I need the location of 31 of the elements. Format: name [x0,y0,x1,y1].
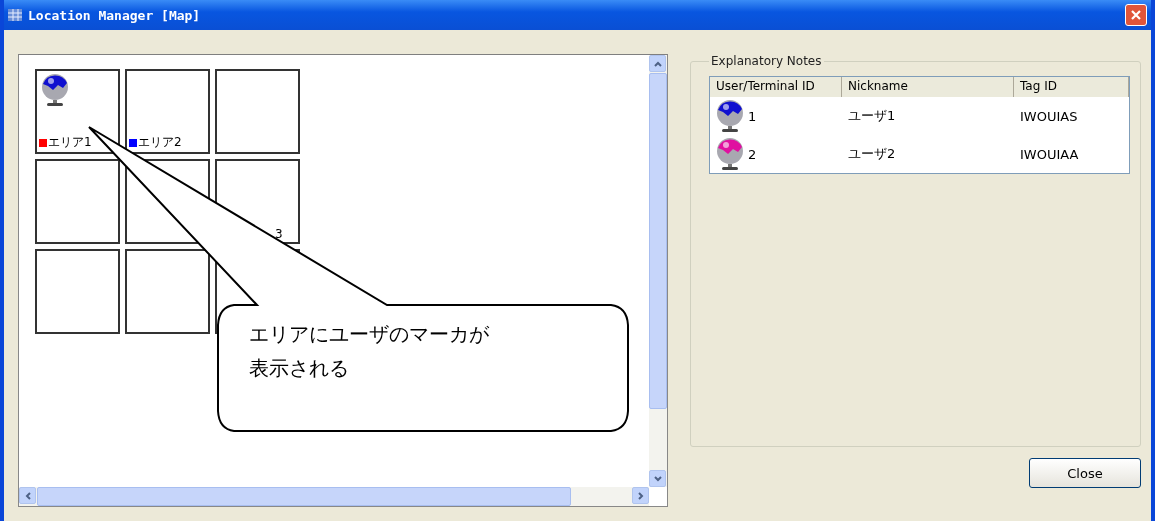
tag-id: IWOUIAA [1020,146,1079,162]
area-cell[interactable]: エリア2 [125,69,210,154]
grid-icon [8,9,22,21]
area-label: エリア1 [48,134,92,151]
tag-id: IWOUIAS [1020,108,1078,124]
scroll-right-icon[interactable] [632,487,649,504]
scroll-up-icon[interactable] [649,55,666,72]
horizontal-scrollbar[interactable] [19,487,649,506]
area-cell[interactable] [35,249,120,334]
group-title: Explanatory Notes [710,54,823,68]
close-icon[interactable] [1125,4,1147,26]
column-header[interactable]: Tag ID [1014,77,1129,97]
column-header[interactable]: User/Terminal ID [710,77,842,97]
globe-marker-icon [714,98,746,134]
scroll-left-icon[interactable] [19,487,36,504]
column-header[interactable]: Nickname [842,77,1014,97]
scroll-down-icon[interactable] [649,470,666,487]
close-button[interactable]: Close [1029,458,1141,488]
user-id: 2 [748,146,757,162]
user-id: 1 [748,108,757,124]
globe-marker-icon [39,72,71,108]
area-label: 3 [275,227,283,241]
area-cell[interactable] [35,159,120,244]
window-title: Location Manager [Map] [28,7,201,23]
nickname: ユーザ2 [848,145,896,163]
area-cell[interactable] [215,69,300,154]
vertical-scrollbar[interactable] [649,55,667,487]
callout-text: エリアにユーザのマーカが表示される [249,321,490,382]
nickname: ユーザ1 [848,107,896,125]
area-label: エリア2 [138,134,182,151]
area-cell[interactable] [125,249,210,334]
